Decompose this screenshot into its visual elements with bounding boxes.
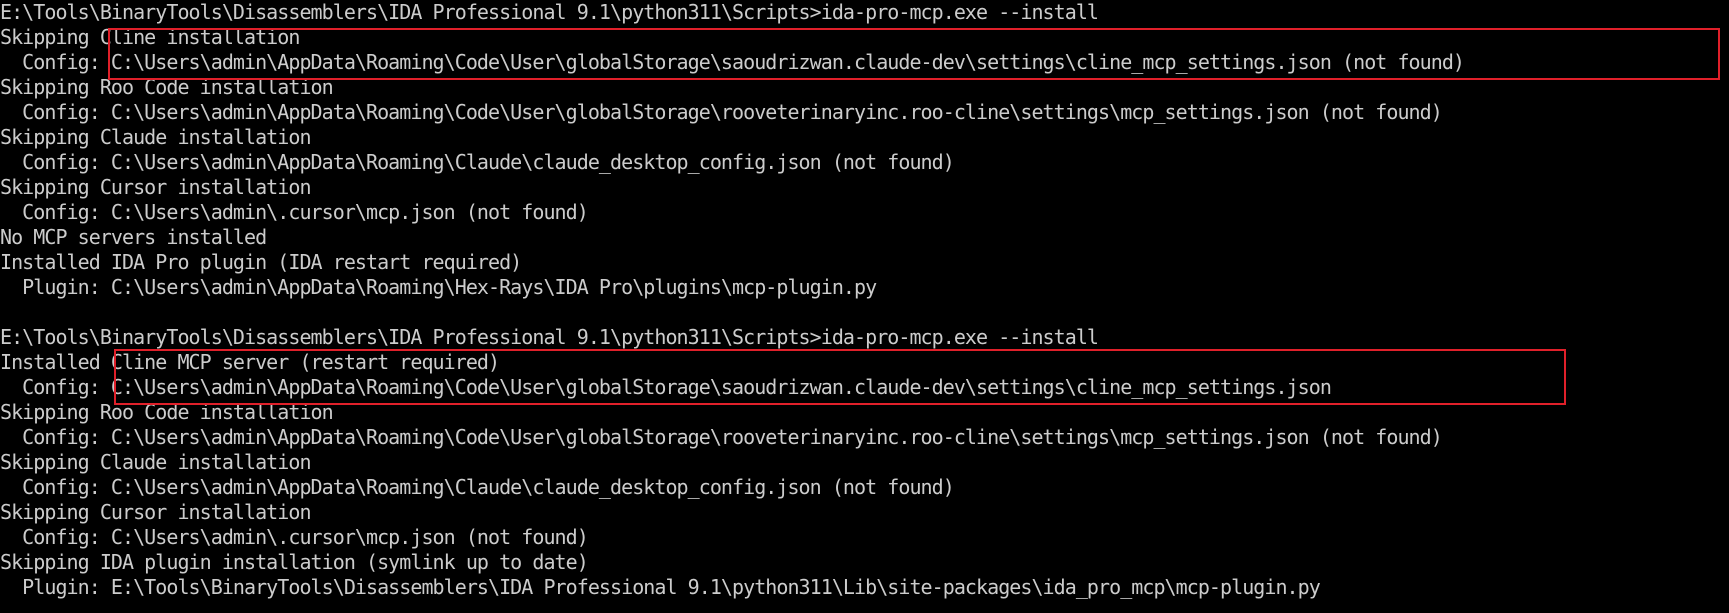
output-line-skip-claude: Skipping Claude installation bbox=[0, 450, 312, 474]
command-line-2: E:\Tools\BinaryTools\Disassemblers\IDA P… bbox=[0, 325, 1099, 349]
output-line-config: Config: C:\Users\admin\AppData\Roaming\C… bbox=[0, 375, 1332, 399]
output-line-plugin-path: Plugin: C:\Users\admin\AppData\Roaming\H… bbox=[0, 275, 877, 299]
output-line-config: Config: C:\Users\admin\AppData\Roaming\C… bbox=[0, 150, 955, 174]
output-line-no-mcp: No MCP servers installed bbox=[0, 225, 267, 249]
output-line-skip-claude: Skipping Claude installation bbox=[0, 125, 312, 149]
output-line-skip-cursor: Skipping Cursor installation bbox=[0, 175, 312, 199]
output-line-skip-roo: Skipping Roo Code installation bbox=[0, 400, 334, 424]
output-line-config: Config: C:\Users\admin\.cursor\mcp.json … bbox=[0, 200, 589, 224]
output-line-config: Config: C:\Users\admin\AppData\Roaming\C… bbox=[0, 475, 955, 499]
output-line-skip-ida-plugin: Skipping IDA plugin installation (symlin… bbox=[0, 550, 589, 574]
output-line-installed-cline: Installed Cline MCP server (restart requ… bbox=[0, 350, 500, 374]
output-line-skip-cline: Skipping Cline installation bbox=[0, 25, 300, 49]
terminal-window[interactable]: E:\Tools\BinaryTools\Disassemblers\IDA P… bbox=[0, 0, 1729, 613]
output-line-plugin-path: Plugin: E:\Tools\BinaryTools\Disassemble… bbox=[0, 575, 1321, 599]
output-line-skip-roo: Skipping Roo Code installation bbox=[0, 75, 334, 99]
output-line-skip-cursor: Skipping Cursor installation bbox=[0, 500, 312, 524]
output-line-config: Config: C:\Users\admin\AppData\Roaming\C… bbox=[0, 425, 1443, 449]
command-line-1: E:\Tools\BinaryTools\Disassemblers\IDA P… bbox=[0, 0, 1099, 24]
output-line-config: Config: C:\Users\admin\AppData\Roaming\C… bbox=[0, 100, 1443, 124]
output-line-config: Config: C:\Users\admin\AppData\Roaming\C… bbox=[0, 50, 1465, 74]
output-line-config: Config: C:\Users\admin\.cursor\mcp.json … bbox=[0, 525, 589, 549]
output-line-installed-plugin: Installed IDA Pro plugin (IDA restart re… bbox=[0, 250, 522, 274]
